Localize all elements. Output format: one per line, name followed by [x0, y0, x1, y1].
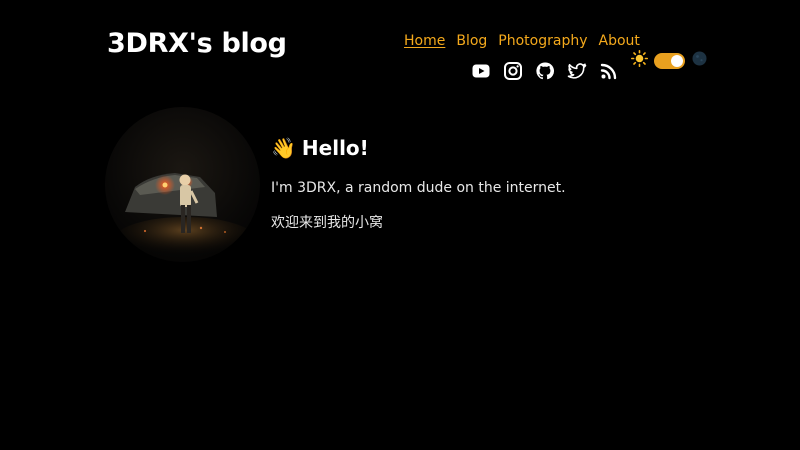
theme-switcher: [631, 50, 708, 71]
intro-line-2: 欢迎来到我的小窝: [271, 215, 383, 231]
nav-item-blog[interactable]: Blog: [456, 33, 487, 49]
instagram-icon[interactable]: [502, 60, 524, 82]
nav-item-home[interactable]: Home: [404, 33, 445, 49]
theme-toggle[interactable]: [654, 52, 685, 69]
github-icon[interactable]: [534, 60, 556, 82]
intro-section: 👋 Hello! I'm 3DRX, a random dude on the …: [271, 136, 566, 232]
page: 3DRX's blog Home Blog Photography About: [0, 0, 800, 450]
intro-line-1: I'm 3DRX, a random dude on the internet.: [271, 180, 566, 196]
greeting-text: Hello!: [301, 136, 369, 160]
site-title[interactable]: 3DRX's blog: [107, 28, 287, 59]
greeting-heading: 👋 Hello!: [271, 136, 566, 160]
avatar: [105, 107, 260, 262]
toggle-knob: [671, 54, 683, 67]
rss-icon[interactable]: [598, 60, 620, 82]
twitter-icon[interactable]: [566, 60, 588, 82]
nav-item-about[interactable]: About: [599, 33, 640, 49]
social-links: [470, 60, 620, 82]
waving-hand-icon: 👋: [271, 136, 296, 160]
sun-icon: [631, 50, 649, 71]
nav-item-photography[interactable]: Photography: [498, 33, 587, 49]
main-nav: Home Blog Photography About: [404, 33, 640, 49]
youtube-icon[interactable]: [470, 60, 492, 82]
moon-icon: [691, 50, 708, 71]
